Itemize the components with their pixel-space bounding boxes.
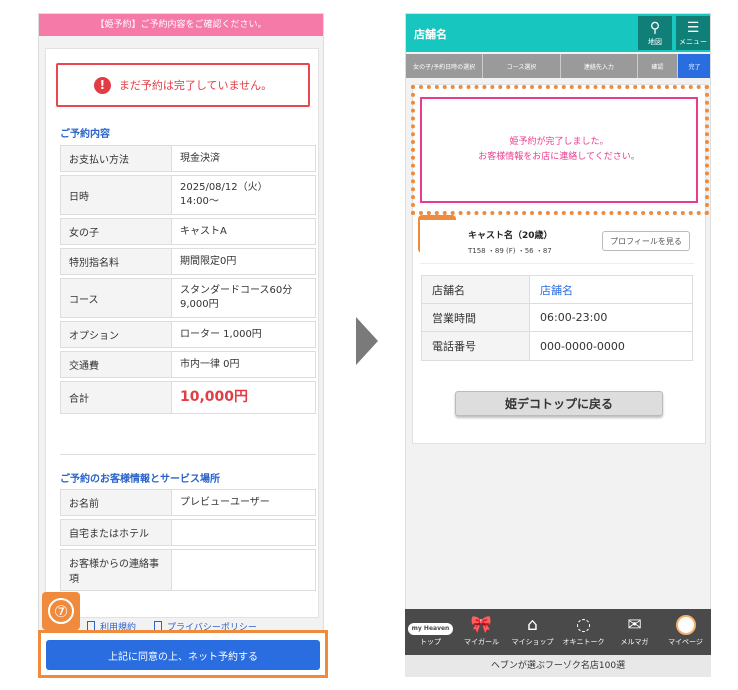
- tab-mail-magazine[interactable]: ✉ メルマガ: [609, 609, 660, 655]
- completion-message: 姫予約が完了しました。 お客様情報をお店に連絡してください。: [420, 97, 698, 203]
- step-select: 女の子/予約日時の選択: [406, 54, 484, 78]
- table-row: 女の子 キャストA: [60, 218, 316, 245]
- table-row: 自宅またはホテル: [60, 519, 316, 546]
- submit-reservation-button[interactable]: 上記に同意の上、ネット予約する: [46, 640, 320, 670]
- step-contact: 連絡先入力: [561, 54, 638, 78]
- reservation-details-table: お支払い方法 現金決済 日時 2025/08/12（火） 14:00〜 女の子 キャス…: [60, 145, 316, 417]
- table-row: 交通費 市内一律 0円: [60, 351, 316, 378]
- table-row: 店舗名 店舗名: [422, 276, 692, 304]
- mail-icon: ✉: [627, 615, 642, 635]
- total-row: 合計 10,000円: [60, 381, 316, 414]
- table-row: コース スタンダードコース60分 9,000円: [60, 278, 316, 318]
- alert-text: まだ予約は完了していません。: [118, 79, 273, 92]
- shop-icon: ⌂: [527, 615, 538, 635]
- tab-my-girl[interactable]: 🎀 マイガール: [456, 609, 507, 655]
- exclamation-icon: !: [93, 76, 111, 94]
- divider: [60, 454, 316, 455]
- my-heaven-icon: my Heaven: [405, 615, 456, 637]
- incomplete-alert: ! まだ予約は完了していません。: [56, 63, 310, 107]
- tab-my-shop[interactable]: ⌂ マイショップ: [507, 609, 558, 655]
- store-info-table: 店舗名 店舗名 営業時間 06:00-23:00 電話番号 000-0000-0000: [421, 275, 693, 361]
- hamburger-icon: ☰: [686, 20, 700, 36]
- table-row: お客様からの連絡事項: [60, 549, 316, 591]
- store-header: 店舗名 ⚲ 地図 ☰ メニュー: [406, 14, 710, 52]
- map-button[interactable]: ⚲ 地図: [638, 16, 672, 50]
- table-row: 電話番号 000-0000-0000: [422, 332, 692, 360]
- bottom-tab-bar: my Heaven トップ 🎀 マイガール ⌂ マイショップ ◌ オキニトーク ✉ メルマ…: [405, 609, 711, 655]
- store-name-link[interactable]: 店舗名: [530, 276, 692, 303]
- step-badge-7: ⑦: [42, 592, 80, 630]
- progress-steps: 女の子/予約日時の選択 コース選択 連絡先入力 確認 完了: [406, 54, 710, 78]
- tab-top[interactable]: my Heaven トップ: [405, 609, 456, 655]
- confirm-banner: 【姫予約】ご予約内容をご確認ください。: [39, 14, 323, 36]
- tab-okini-talk[interactable]: ◌ オキニトーク: [558, 609, 609, 655]
- customer-info-table: お名前 プレビューユーザー 自宅またはホテル お客様からの連絡事項: [60, 489, 316, 594]
- tab-my-page[interactable]: マイページ: [660, 609, 711, 655]
- back-to-top-button[interactable]: 姫デコトップに戻る: [455, 391, 663, 416]
- table-row: 営業時間 06:00-23:00: [422, 304, 692, 332]
- map-pin-icon: ⚲: [649, 20, 661, 36]
- store-name: 店舗名: [414, 28, 447, 41]
- left-screen: 【姫予約】ご予約内容をご確認ください。 ! まだ予約は完了していません。 ご予約…: [38, 13, 324, 677]
- ribbon-icon: 🎀: [470, 615, 493, 635]
- cast-name: キャスト名（20歳）: [468, 231, 553, 241]
- step-course: コース選択: [483, 54, 561, 78]
- footer-text: ヘブンが選ぶフーゾク名店100選: [405, 655, 711, 677]
- arrow-right-icon: [356, 317, 378, 365]
- table-row: オプション ローター 1,000円: [60, 321, 316, 348]
- submit-highlight: 上記に同意の上、ネット予約する: [38, 630, 328, 678]
- chat-icon: ◌: [576, 615, 591, 635]
- section-reservation-title: ご予約内容: [60, 129, 110, 140]
- cast-spec: T158 ・89 (F) ・56 ・87: [468, 247, 552, 255]
- table-row: 日時 2025/08/12（火） 14:00〜: [60, 175, 316, 215]
- total-price: 10,000円: [180, 388, 249, 405]
- table-row: お支払い方法 現金決済: [60, 145, 316, 172]
- section-customer-title: ご予約のお客様情報とサービス場所: [60, 474, 220, 485]
- table-row: お名前 プレビューユーザー: [60, 489, 316, 516]
- reservation-card: ! まだ予約は完了していません。 ご予約内容 お支払い方法 現金決済 日時 2025…: [45, 48, 319, 618]
- cast-card: キャスト名（20歳） T158 ・89 (F) ・56 ・87 プロフィールを見…: [420, 220, 694, 264]
- avatar-icon: [675, 615, 696, 635]
- step-complete: 完了: [677, 54, 710, 78]
- step-confirm: 確認: [638, 54, 678, 78]
- view-profile-button[interactable]: プロフィールを見る: [602, 231, 690, 251]
- menu-button[interactable]: ☰ メニュー: [676, 16, 710, 50]
- table-row: 特別指名料 期間限定0円: [60, 248, 316, 275]
